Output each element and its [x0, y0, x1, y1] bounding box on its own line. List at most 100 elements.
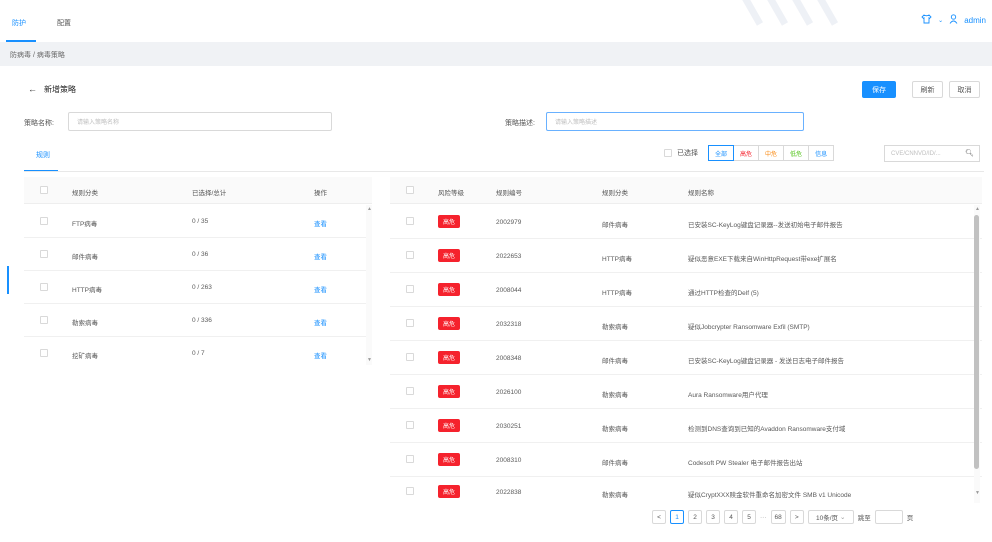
policy-name-input[interactable]: 请输入策略名称 [68, 112, 332, 131]
row-checkbox[interactable] [406, 421, 414, 429]
table-row[interactable]: 高危 2026100 勒索病毒 Aura Ransomware用户代理 [390, 375, 982, 409]
category-table-header: 规则分类 已选择/总计 操作 [24, 177, 372, 204]
filter-high[interactable]: 高危 [733, 145, 760, 161]
page-1[interactable]: 1 [670, 510, 684, 524]
row-checkbox[interactable] [406, 353, 414, 361]
view-link[interactable]: 查看 [314, 218, 327, 228]
row-checkbox[interactable] [406, 319, 414, 327]
risk-badge: 高危 [438, 249, 461, 262]
table-row[interactable]: 邮件病毒 0 / 36 查看 [24, 238, 372, 271]
table-row[interactable]: 高危 2030251 勒索病毒 检测到DNS查询到已知的Avaddon Rans… [390, 409, 982, 443]
page-2[interactable]: 2 [688, 510, 702, 524]
select-all-checkbox[interactable] [406, 186, 414, 194]
user-icon[interactable] [949, 14, 958, 26]
desc-label: 策略描述: [505, 120, 535, 127]
row-checkbox[interactable] [406, 251, 414, 259]
row-checkbox[interactable] [40, 349, 48, 357]
risk-badge: 高危 [438, 215, 461, 228]
col-count: 已选择/总计 [192, 190, 227, 197]
row-checkbox[interactable] [40, 283, 48, 291]
table-row[interactable]: 高危 2022838 勒索病毒 疑似CryptXXX赎金软件重命名加密文件 SM… [390, 477, 982, 507]
user-area: ⌄ admin [921, 14, 986, 26]
risk-badge: 高危 [438, 317, 461, 330]
chevron-down-icon[interactable]: ⌄ [938, 17, 943, 24]
level-filter-group: 全部 高危 中危 低危 信息 [708, 145, 835, 161]
col-name: 规则名称 [688, 190, 714, 197]
rule-name: 疑似恶意EXE下载来自WinHttpRequest带exe扩展名 [688, 256, 837, 263]
table-row[interactable]: 高危 2022653 HTTP病毒 疑似恶意EXE下载来自WinHttpRequ… [390, 239, 982, 273]
scroll-up-icon[interactable]: ▲ [975, 206, 980, 212]
table-row[interactable]: 高危 2008348 邮件病毒 已安装SC-KeyLog键盘记录器 - 发送日志… [390, 341, 982, 375]
rule-id: 2008044 [496, 287, 522, 294]
rule-id: 2008348 [496, 355, 522, 362]
filter-low[interactable]: 低危 [783, 145, 810, 161]
filter-medium[interactable]: 中危 [758, 145, 785, 161]
table-row[interactable]: 高危 2032318 勒索病毒 疑似Jobcrypter Ransomware … [390, 307, 982, 341]
filter-info[interactable]: 信息 [808, 145, 835, 161]
breadcrumb: 防病毒 / 病毒策略 [10, 52, 65, 59]
selected-filter[interactable]: 已选择 [664, 148, 698, 158]
row-category: 邮件病毒 [72, 254, 98, 261]
page-size-select[interactable]: 10条/页 ⌄ [807, 510, 854, 524]
search-icon[interactable]: 🔍︎ [965, 149, 974, 157]
rule-name: 检测到DNS查询到已知的Avaddon Ransomware支付域 [688, 426, 846, 433]
page-last[interactable]: 68 [770, 510, 786, 524]
row-checkbox[interactable] [406, 455, 414, 463]
page-ellipsis[interactable]: ··· [760, 514, 767, 521]
row-count: 0 / 35 [192, 218, 209, 225]
row-checkbox[interactable] [406, 487, 414, 495]
table-row[interactable]: HTTP病毒 0 / 263 查看 [24, 271, 372, 304]
col-action: 操作 [314, 190, 327, 197]
table-row[interactable]: 勒索病毒 0 / 336 查看 [24, 304, 372, 337]
username[interactable]: admin [964, 16, 986, 25]
prev-page-button[interactable]: < [652, 510, 666, 524]
table-row[interactable]: 挖矿病毒 0 / 7 查看 [24, 337, 372, 370]
col-level: 风险等级 [438, 190, 464, 197]
page-4[interactable]: 4 [724, 510, 738, 524]
row-checkbox[interactable] [40, 316, 48, 324]
row-checkbox[interactable] [406, 285, 414, 293]
rule-name: Codesoft PW Stealer 电子邮件报告出站 [688, 460, 803, 467]
back-arrow-icon[interactable]: ← [28, 84, 37, 94]
view-link[interactable]: 查看 [314, 284, 327, 294]
row-count: 0 / 7 [192, 350, 205, 357]
save-button[interactable]: 保存 [862, 81, 896, 98]
row-checkbox[interactable] [40, 250, 48, 258]
risk-badge: 高危 [438, 453, 461, 466]
row-checkbox[interactable] [406, 217, 414, 225]
left-scrollbar[interactable] [366, 205, 372, 365]
refresh-button[interactable]: 刷新 [912, 81, 943, 98]
row-checkbox[interactable] [40, 217, 48, 225]
table-row[interactable]: 高危 2002979 邮件病毒 已安装SC-KeyLog键盘记录器--发送初始电… [390, 205, 982, 239]
right-scroll-thumb[interactable] [974, 215, 979, 469]
view-link[interactable]: 查看 [314, 350, 327, 360]
select-all-checkbox[interactable] [40, 186, 48, 194]
filter-all[interactable]: 全部 [708, 145, 735, 161]
view-link[interactable]: 查看 [314, 317, 327, 327]
page-title: 新增策略 [44, 85, 76, 94]
row-category: 挖矿病毒 [72, 353, 98, 360]
nav-item-protect[interactable]: 防护 [12, 18, 26, 28]
view-link[interactable]: 查看 [314, 251, 327, 261]
scroll-down-icon[interactable]: ▼ [367, 357, 372, 363]
side-marker [7, 266, 9, 294]
rule-id: 2002979 [496, 219, 522, 226]
nav-item-config[interactable]: 配置 [57, 18, 71, 28]
tab-rules[interactable]: 规则 [36, 150, 50, 160]
scroll-down-icon[interactable]: ▼ [975, 490, 980, 496]
jump-page-input[interactable] [874, 510, 903, 524]
page-3[interactable]: 3 [706, 510, 720, 524]
table-row[interactable]: 高危 2008044 HTTP病毒 通过HTTP检查的Delf (5) [390, 273, 982, 307]
scroll-up-icon[interactable]: ▲ [367, 206, 372, 212]
cancel-button[interactable]: 取消 [949, 81, 980, 98]
row-category: FTP病毒 [72, 221, 98, 228]
shirt-icon[interactable] [921, 14, 932, 26]
policy-desc-input[interactable]: 请输入策略描述 [546, 112, 804, 131]
rule-search-input[interactable]: CVE/CNNVD/ID/... 🔍︎ [884, 145, 980, 162]
next-page-button[interactable]: > [789, 510, 804, 524]
selected-checkbox[interactable] [664, 149, 672, 157]
row-checkbox[interactable] [406, 387, 414, 395]
page-5[interactable]: 5 [742, 510, 756, 524]
table-row[interactable]: FTP病毒 0 / 35 查看 [24, 205, 372, 238]
table-row[interactable]: 高危 2008310 邮件病毒 Codesoft PW Stealer 电子邮件… [390, 443, 982, 477]
